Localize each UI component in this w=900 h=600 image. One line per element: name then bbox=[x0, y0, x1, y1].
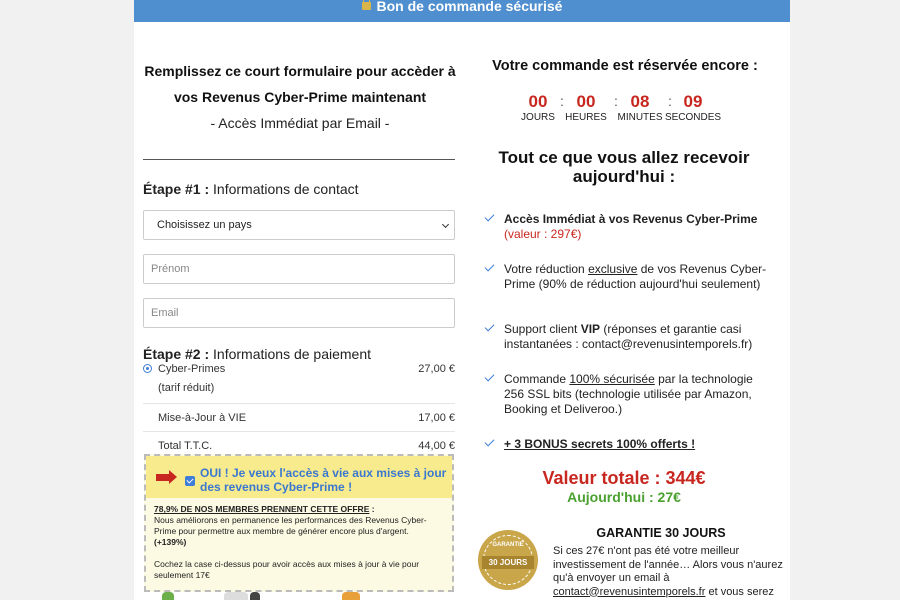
intro-text: Remplissez ce court formulaire pour accè… bbox=[144, 58, 456, 136]
total-label: Total T.T.C. bbox=[158, 440, 213, 452]
product-row[interactable]: Cyber-Primes (tarif réduit) 27,00 € bbox=[143, 362, 455, 404]
countdown-hours: 00 bbox=[576, 92, 596, 111]
footer-logos-partial bbox=[154, 592, 454, 600]
secure-badge-icon bbox=[162, 592, 174, 600]
countdown-minutes: 08 bbox=[630, 92, 650, 111]
feature-4-text-a: Commande bbox=[504, 372, 570, 386]
total-value: Valeur totale : 344€ bbox=[542, 468, 706, 488]
guarantee-text: Si ces 27€ n'ont pas été votre meilleur … bbox=[553, 545, 783, 599]
order-form-card: Bon de commande sécurisé Remplissez ce c… bbox=[134, 0, 790, 600]
check-icon bbox=[484, 323, 495, 331]
total-row: Total T.T.C. 44,00 € bbox=[143, 432, 455, 452]
upsell-boost: (+139%) bbox=[154, 537, 187, 547]
header-title: Bon de commande sécurisé bbox=[376, 0, 563, 14]
upsell-heading: 78,9% DE NOS MEMBRES PRENNENT CETTE OFFR… bbox=[154, 504, 370, 514]
total-value-block: Valeur totale : 344€ Aujourd'hui : 27€ bbox=[484, 468, 764, 505]
step-1-heading: Étape #1 : Informations de contact bbox=[143, 181, 359, 197]
step-2-title: Informations de paiement bbox=[213, 346, 372, 362]
feature-item: Support client VIP (réponses et garantie… bbox=[484, 322, 774, 354]
receive-title: Tout ce que vous allez recevoir aujourd'… bbox=[498, 148, 750, 186]
feature-3-text-a: Support client bbox=[504, 322, 581, 336]
check-icon bbox=[484, 438, 495, 446]
intro-line-1: Remplissez ce court formulaire pour accè… bbox=[144, 63, 456, 79]
upsell-header: OUI ! Je veux l'accès à vie aux mises à … bbox=[146, 456, 452, 498]
feature-item: Votre réduction exclusive de vos Revenus… bbox=[484, 262, 774, 310]
upsell-cta: Cochez la case ci-dessus pour avoir accè… bbox=[154, 559, 420, 580]
card-logo-icon bbox=[224, 592, 248, 600]
intro-line-3: - Accès Immédiat par Email - bbox=[210, 115, 390, 131]
step-2-label: Étape #2 : bbox=[143, 346, 210, 362]
feature-item: Accès Immédiat à vos Revenus Cyber-Prime… bbox=[484, 212, 774, 244]
step-1-title: Informations de contact bbox=[213, 181, 359, 197]
country-select-value: Choisissez un pays bbox=[157, 219, 252, 231]
feature-5-bonus: + 3 BONUS secrets 100% offerts ! bbox=[504, 437, 696, 451]
seal-ribbon-text: 30 JOURS bbox=[482, 556, 534, 569]
countdown-separator: : bbox=[668, 93, 672, 109]
guarantee-email-link[interactable]: contact@revenusintemporels.fr bbox=[553, 586, 705, 598]
firstname-placeholder: Prénom bbox=[151, 263, 190, 275]
feature-2-text-a: Votre réduction bbox=[504, 262, 589, 276]
countdown-separator: : bbox=[614, 93, 618, 109]
countdown-hours-label: HEURES bbox=[565, 112, 607, 123]
country-select[interactable]: Choisissez un pays bbox=[143, 210, 455, 240]
feature-item: + 3 BONUS secrets 100% offerts ! bbox=[484, 437, 774, 453]
guarantee-text-a: Si ces 27€ n'ont pas été votre meilleur … bbox=[553, 545, 783, 584]
countdown-separator: : bbox=[560, 93, 564, 109]
guarantee-text-b: et vous serez bbox=[705, 585, 774, 598]
secure-order-header: Bon de commande sécurisé bbox=[134, 0, 790, 22]
feature-1-title: Accès Immédiat à vos Revenus Cyber-Prime bbox=[504, 212, 758, 226]
product-row: Mise-à-Jour à VIE 17,00 € bbox=[143, 404, 455, 432]
product-note: (tarif réduit) bbox=[158, 382, 215, 394]
step-1-label: Étape #1 : bbox=[143, 181, 210, 197]
firstname-input[interactable]: Prénom bbox=[143, 254, 455, 284]
reservation-title: Votre commande est réservée encore : bbox=[492, 58, 758, 74]
chevron-down-icon bbox=[441, 220, 450, 229]
feature-2-exclusive: exclusive bbox=[588, 262, 638, 276]
lock-icon bbox=[361, 0, 371, 10]
product-radio[interactable] bbox=[143, 364, 152, 373]
email-placeholder: Email bbox=[151, 307, 179, 319]
guarantee-seal-icon: GARANTIE 30 JOURS bbox=[478, 530, 538, 590]
step-2-heading: Étape #2 : Informations de paiement bbox=[143, 346, 371, 362]
upsell-body: 78,9% DE NOS MEMBRES PRENNENT CETTE OFFR… bbox=[154, 504, 444, 581]
check-icon bbox=[484, 213, 495, 221]
feature-text: Votre réduction exclusive de vos Revenus… bbox=[504, 262, 774, 292]
feature-item: Commande 100% sécurisée par la technolog… bbox=[484, 372, 774, 420]
email-input[interactable]: Email bbox=[143, 298, 455, 328]
upsell-checkbox[interactable] bbox=[185, 476, 195, 486]
check-icon bbox=[484, 263, 495, 271]
upsell-label[interactable]: OUI ! Je veux l'accès à vie aux mises à … bbox=[200, 466, 448, 494]
feature-3-vip: VIP bbox=[580, 322, 601, 336]
feature-text: Accès Immédiat à vos Revenus Cyber-Prime… bbox=[504, 212, 774, 242]
mastercard-logo-icon bbox=[342, 592, 360, 600]
product-price: 17,00 € bbox=[418, 412, 455, 424]
upsell-heading-suffix: : bbox=[369, 504, 375, 514]
product-name: Mise-à-Jour à VIE bbox=[158, 412, 247, 424]
feature-text: Support client VIP (réponses et garantie… bbox=[504, 322, 774, 352]
countdown-seconds-label: SECONDES bbox=[664, 112, 722, 123]
feature-text: + 3 BONUS secrets 100% offerts ! bbox=[504, 437, 774, 452]
today-price: Aujourd'hui : 27€ bbox=[567, 489, 681, 505]
product-price: 27,00 € bbox=[418, 363, 455, 375]
product-list: Cyber-Primes (tarif réduit) 27,00 € Mise… bbox=[143, 362, 455, 452]
upsell-description: Nous améliorons en permanence les perfor… bbox=[154, 515, 427, 536]
seal-top-text: GARANTIE bbox=[492, 542, 524, 548]
feature-4-secure: 100% sécurisée bbox=[569, 372, 655, 386]
total-price: 44,00 € bbox=[418, 440, 455, 452]
card-logo-icon bbox=[250, 592, 260, 600]
countdown-days: 00 bbox=[528, 92, 548, 111]
guarantee-title: GARANTIE 30 JOURS bbox=[596, 526, 726, 540]
check-icon bbox=[484, 373, 495, 381]
countdown-minutes-label: MINUTES bbox=[617, 112, 663, 123]
feature-text: Commande 100% sécurisée par la technolog… bbox=[504, 372, 774, 417]
arrow-right-icon bbox=[156, 470, 177, 484]
product-name: Cyber-Primes bbox=[158, 363, 226, 375]
lifetime-upsell-box: OUI ! Je veux l'accès à vie aux mises à … bbox=[144, 454, 454, 592]
intro-line-2: vos Revenus Cyber-Prime maintenant bbox=[173, 89, 427, 105]
countdown-timer: 00 : 00 : 08 : 09 JOURS HEURES MINUTES S… bbox=[518, 92, 738, 128]
feature-1-value: (valeur : 297€) bbox=[504, 227, 582, 241]
divider bbox=[143, 159, 455, 160]
countdown-seconds: 09 bbox=[683, 92, 703, 111]
